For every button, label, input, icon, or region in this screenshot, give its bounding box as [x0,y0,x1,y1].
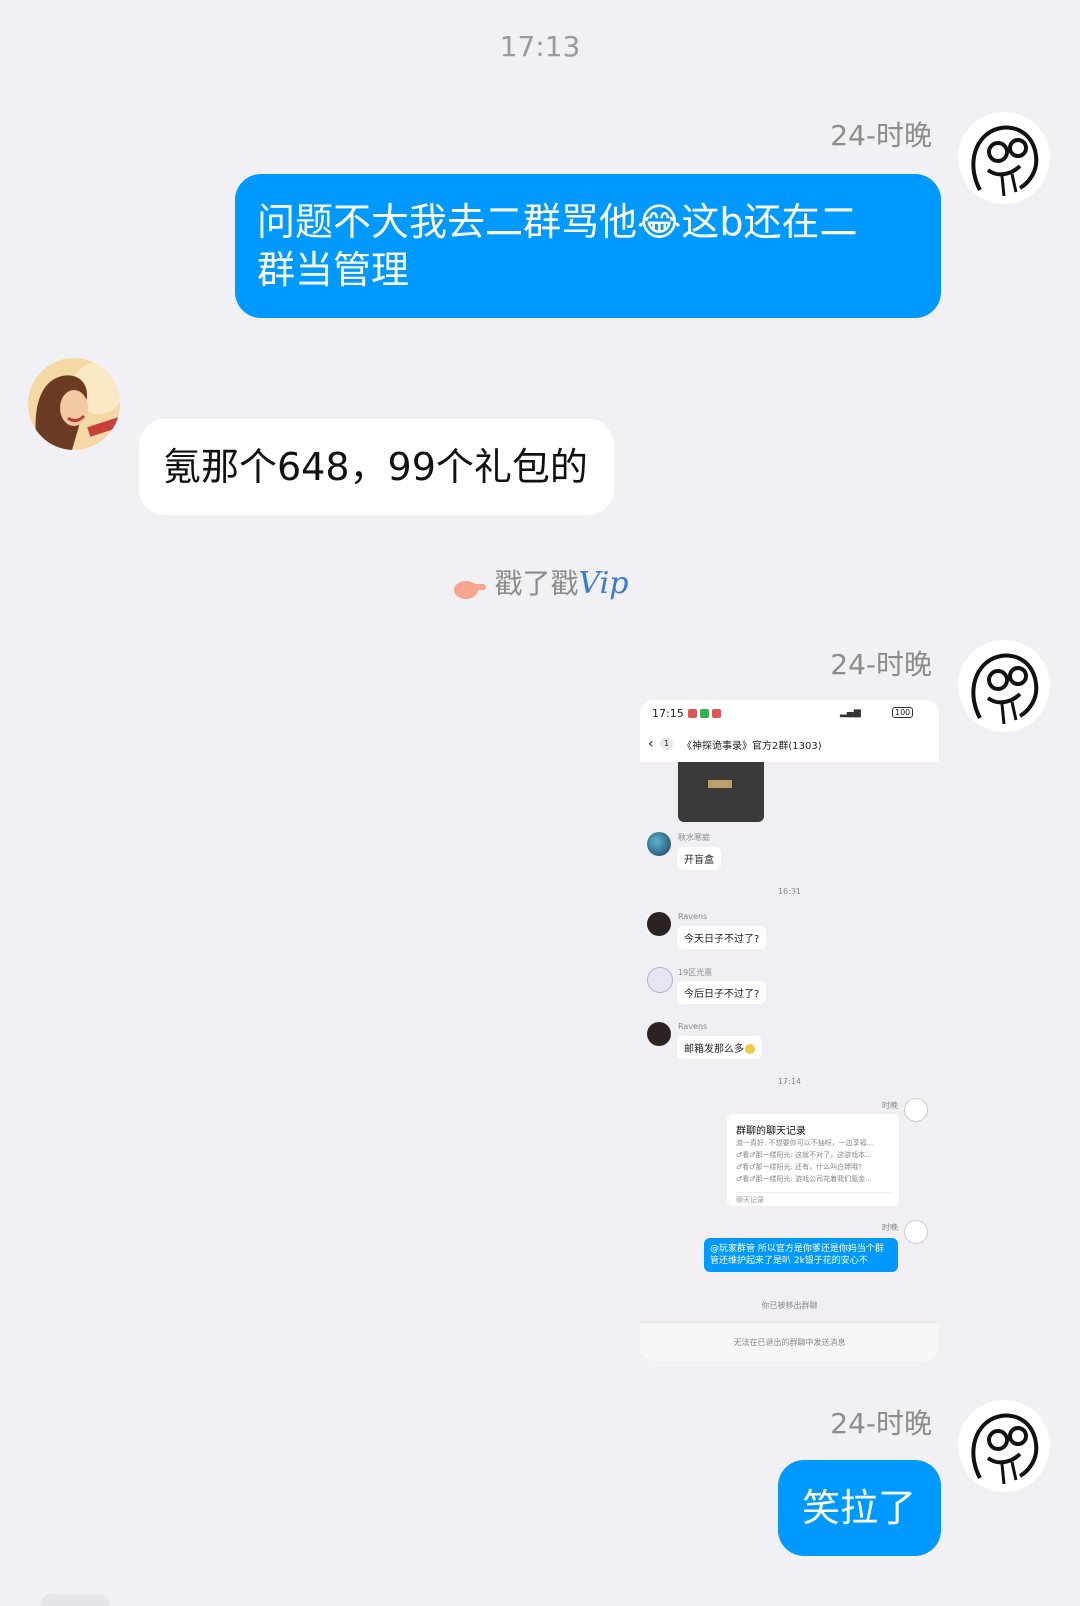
app-notification-icon [700,709,709,718]
my-avatar[interactable] [958,112,1050,204]
message-text: 笑拉了 [802,1486,917,1530]
member-message: 今后日子不过了? [677,981,767,1004]
time-divider: 16:31 [777,887,802,896]
poke-text: 戳了戳 [494,567,579,600]
contact-avatar-partial[interactable] [40,1594,110,1606]
contact-avatar[interactable] [28,358,120,450]
signal-icon: ▂▄▆ [840,708,861,718]
self-name: 时晚 [882,1101,898,1110]
sender-name: 24-时晚 [830,648,932,681]
member-avatar [647,912,671,936]
member-avatar [647,967,673,993]
member-name: 19区光熹 [678,968,713,977]
time-divider: 17:13 [499,30,581,63]
record-title: 群聊的聊天记录 [736,1126,806,1137]
girl-avatar-icon [28,358,120,450]
record-line: ♂看♂那一缕阳光: 还有，什么叫白嫖哦? [736,1163,862,1171]
member-name: Ravens [678,912,708,921]
message-text: 群当管理 [257,248,410,292]
unread-count: 1 [660,737,673,750]
record-line: ♂看♂那一缕阳光: 游戏公司花着我们氪金... [736,1175,872,1183]
sender-name: 24-时晚 [830,1407,932,1440]
sender-name: 24-时晚 [830,119,932,152]
self-name: 时晚 [882,1223,898,1232]
member-avatar [647,1022,671,1046]
poke-notice: 戳了戳Vip [0,562,1080,602]
embedded-image [678,762,764,822]
message-text: 氪那个648，99个礼包的 [163,445,588,489]
vip-badge: Vip [578,566,629,601]
image-message-screenshot[interactable]: 17:15 ▂▄▆ 100 ‹ 1 《神探诡事录》官方2群(1303) 秋水寒庭… [640,700,939,1361]
member-message: 开盲盒 [677,847,721,870]
smirk-emoji-icon [745,1044,755,1054]
app-notification-icon [712,709,721,718]
battery-icon: 100 [892,707,914,718]
self-avatar [904,1220,928,1244]
group-title: 《神探诡事录》官方2群(1303) [682,741,822,752]
doodle-avatar-icon [971,1413,1039,1485]
my-avatar[interactable] [958,640,1050,732]
member-name: 秋水寒庭 [678,833,710,842]
doodle-avatar-icon [971,653,1039,725]
member-message-text: 邮箱发那么多 [684,1044,744,1055]
disabled-input-bar: 无法在已退出的群聊中发送消息 [640,1322,939,1361]
message-bubble-incoming[interactable]: 氪那个648，99个礼包的 [139,419,614,515]
time-divider: 17:14 [777,1077,802,1086]
doodle-avatar-icon [971,125,1039,197]
laughing-emoji-icon: 😂 [637,200,682,244]
member-avatar [647,832,671,856]
disabled-input-text: 无法在已退出的群聊中发送消息 [733,1338,846,1347]
record-footer: 聊天记录 [736,1192,892,1205]
message-bubble-outgoing[interactable]: 笑拉了 [778,1460,941,1556]
self-message: @玩家群管 所以官方是你爹还是你妈当个群管还维护起来了是叭 2k银子花的安心不 [704,1238,898,1272]
member-message: 邮箱发那么多 [677,1036,762,1059]
message-text: 问题不大我去二群骂他 [257,200,638,244]
member-message: 今天日子不过了? [677,926,767,949]
pointing-hand-icon [452,574,486,599]
message-text: 这b还在二 [681,200,858,244]
member-name: Ravens [678,1022,708,1031]
message-bubble-outgoing[interactable]: 问题不大我去二群骂他😂这b还在二 群当管理 [235,174,941,318]
my-avatar[interactable] [958,1400,1050,1492]
removed-notice: 你已被移出群聊 [761,1301,818,1310]
chat-record-card: 群聊的聊天记录 渡一真好: 不想要你可以不抽呀，一边享福... ♂看♂那一缕阳光… [727,1114,899,1206]
back-arrow-icon: ‹ [648,736,654,752]
app-notification-icon [688,709,697,718]
self-avatar [904,1098,928,1122]
record-line: ♂看♂那一缕阳光: 这就不对了，这游戏本... [736,1151,872,1159]
record-line: 渡一真好: 不想要你可以不抽呀，一边享福... [736,1139,874,1147]
embedded-nav-bar: ‹ 1 《神探诡事录》官方2群(1303) [640,728,939,762]
status-time: 17:15 [652,707,684,720]
embedded-status-bar: 17:15 ▂▄▆ 100 [640,700,939,728]
